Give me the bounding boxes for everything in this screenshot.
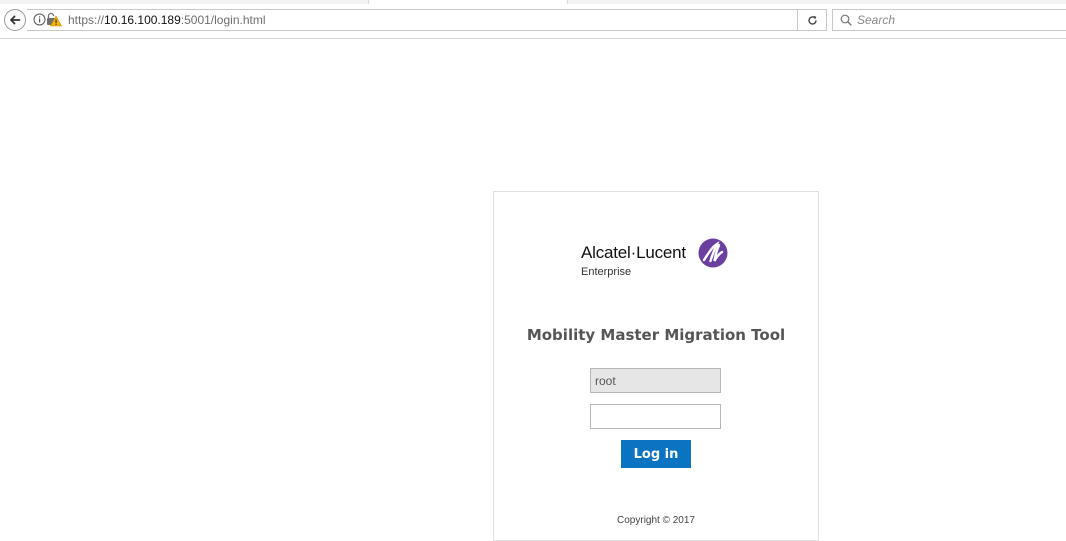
company-logo: Alcatel·Lucent Enterprise bbox=[581, 236, 741, 286]
logo-subtitle: Enterprise bbox=[581, 266, 632, 278]
login-card: Alcatel·Lucent Enterprise Mobility Maste… bbox=[493, 191, 819, 541]
username-field[interactable] bbox=[590, 368, 721, 393]
password-field[interactable] bbox=[590, 404, 721, 429]
logo-wordmark: Alcatel·Lucent bbox=[581, 243, 686, 262]
search-bar[interactable] bbox=[832, 9, 1066, 31]
info-icon[interactable] bbox=[33, 13, 46, 26]
alcatel-lucent-logo-icon bbox=[698, 238, 728, 268]
reload-button[interactable] bbox=[797, 9, 827, 31]
url-text[interactable]: https://10.16.100.189:5001/login.html bbox=[68, 13, 266, 27]
broken-lock-warning-icon[interactable] bbox=[46, 12, 62, 27]
search-input[interactable] bbox=[855, 12, 1057, 28]
app-title: Mobility Master Migration Tool bbox=[526, 326, 786, 344]
back-arrow-icon bbox=[10, 15, 21, 25]
reload-icon bbox=[807, 15, 817, 25]
search-icon bbox=[840, 14, 852, 26]
url-scheme: https:// bbox=[68, 13, 105, 27]
back-button[interactable] bbox=[4, 9, 26, 31]
url-bar[interactable]: https://10.16.100.189:5001/login.html bbox=[27, 9, 827, 31]
tab-strip bbox=[0, 0, 1066, 4]
copyright-text: Copyright © 2017 bbox=[617, 515, 695, 526]
url-path: :5001/login.html bbox=[180, 13, 266, 27]
browser-toolbar: https://10.16.100.189:5001/login.html bbox=[0, 0, 1066, 39]
url-host: 10.16.100.189 bbox=[104, 13, 181, 27]
active-tab-edge bbox=[368, 0, 568, 4]
login-button[interactable]: Log in bbox=[621, 440, 691, 468]
